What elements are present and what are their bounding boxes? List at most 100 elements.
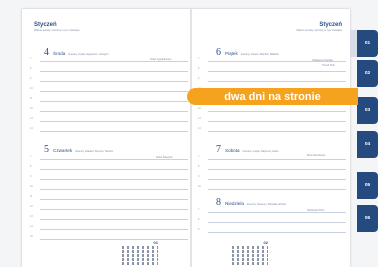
ruled-line <box>208 179 346 180</box>
hour-label: 7 <box>198 155 200 158</box>
hour-label: 10 <box>30 87 33 90</box>
day-header-7: 7 Sobota Imieniny: Lucjan, Rajmund, Juli… <box>216 144 278 155</box>
ruled-line <box>40 169 188 170</box>
name-days: Imieniny: Lucjan, Rajmund, Julian <box>242 150 279 153</box>
left-month-title: Styczeń <box>34 22 57 28</box>
ruled-line <box>208 81 346 82</box>
month-tab-03[interactable]: 03 <box>357 97 378 124</box>
ruled-line <box>40 179 188 180</box>
hour-label: 9 <box>198 175 200 178</box>
hour-label: 15 <box>30 235 33 238</box>
hour-label: 7 <box>30 57 32 60</box>
hour-label: 9 <box>198 77 200 80</box>
ruled-line <box>208 169 346 170</box>
hour-label: 7 <box>198 208 200 211</box>
ruled-line <box>40 189 188 190</box>
day-header-5: 5 Czwartek Imieniny: Edward, Szymon, Tel… <box>44 144 113 155</box>
right-month-title: Styczeń <box>319 22 342 28</box>
ruled-line <box>208 121 346 122</box>
mini-calendar-label: 01 <box>153 240 158 245</box>
day-name: Piątek <box>225 51 238 56</box>
day-number: 5 <box>44 144 49 155</box>
hour-label: 12 <box>30 205 33 208</box>
left-subhead: Ważne tematy i terminy w tym miesiącu <box>34 29 80 32</box>
hour-label: 9 <box>198 228 200 231</box>
ruled-line <box>40 219 188 220</box>
name-days: Imieniny: Seweryn, Mścisław, Erhard <box>246 203 286 206</box>
hour-label: 9 <box>30 175 32 178</box>
hour-label: 13 <box>198 117 201 120</box>
hour-label: 8 <box>30 165 32 168</box>
ruled-line <box>208 71 346 72</box>
planner-photo: Styczeń Ważne tematy i terminy w tym mie… <box>0 0 378 267</box>
day-number: 4 <box>44 47 49 58</box>
day-note-secondary: Trzech Króli <box>322 64 335 67</box>
hour-label: 8 <box>198 218 200 221</box>
month-tab-04[interactable]: 04 <box>357 131 378 158</box>
ruled-line <box>40 71 188 72</box>
day-number: 8 <box>216 197 221 208</box>
hour-label: 8 <box>198 165 200 168</box>
ruled-line <box>40 111 188 112</box>
ruled-line <box>40 101 188 102</box>
month-tab-02[interactable]: 02 <box>357 60 378 87</box>
day-header-6: 6 Piątek Imieniny: Kacper, Melchior, Bal… <box>216 47 279 58</box>
day-header-4: 4 Środa Imieniny: Aniela, Eugeniusz, Grz… <box>44 47 109 58</box>
hour-label: 10 <box>198 185 201 188</box>
mini-calendar-right: 02 <box>232 240 268 267</box>
day-number: 6 <box>216 47 221 58</box>
hour-label: 12 <box>198 107 201 110</box>
day-name: Niedziela <box>225 201 244 206</box>
hour-label: 14 <box>198 127 201 130</box>
feature-banner: dwa dni na stronie <box>187 88 358 105</box>
hour-label: 11 <box>30 195 33 198</box>
hour-label: 9 <box>30 77 32 80</box>
mini-calendar-label: 02 <box>263 240 268 245</box>
hour-label: 11 <box>30 97 33 100</box>
hour-label: 14 <box>30 127 33 130</box>
hour-label: 8 <box>198 67 200 70</box>
tab-edge <box>350 30 357 57</box>
mini-calendar-left: 01 <box>122 240 158 267</box>
hour-label: 10 <box>30 185 33 188</box>
ruled-line <box>208 189 346 190</box>
day-name: Środa <box>53 51 66 56</box>
right-subhead: Ważne tematy i terminy w tym miesiącu <box>296 29 342 32</box>
month-tab-05[interactable]: 05 <box>357 172 378 199</box>
ruled-line <box>40 131 188 132</box>
hour-label: 13 <box>30 215 33 218</box>
ruled-line <box>208 232 346 233</box>
ruled-line <box>40 91 188 92</box>
day-name: Czwartek <box>53 148 73 153</box>
name-days: Imieniny: Edward, Szymon, Telesfor <box>75 150 114 153</box>
hour-label: 7 <box>30 155 32 158</box>
ruled-line <box>208 159 346 160</box>
name-days: Imieniny: Kacper, Melchior, Baltazar <box>240 53 279 56</box>
day-note: Boże Narodzenie <box>307 154 326 157</box>
hour-label: 8 <box>30 67 32 70</box>
ruled-line <box>208 222 346 223</box>
day-name: Sobota <box>225 148 240 153</box>
ruled-line <box>208 212 346 213</box>
ruled-line <box>40 61 188 62</box>
ruled-line <box>208 131 346 132</box>
day-header-8: 8 Niedziela Imieniny: Seweryn, Mścisław,… <box>216 197 286 208</box>
month-tab-06[interactable]: 06 <box>357 205 378 232</box>
ruled-line <box>40 199 188 200</box>
month-tab-01[interactable]: 01 <box>357 30 378 57</box>
left-page: Styczeń Ważne tematy i terminy w tym mie… <box>22 9 192 267</box>
name-days: Imieniny: Aniela, Eugeniusz, Grzegorz <box>68 53 109 56</box>
hour-label: 13 <box>30 117 33 120</box>
hour-label: 7 <box>198 57 200 60</box>
ruled-line <box>40 159 188 160</box>
ruled-line <box>40 229 188 230</box>
ruled-line <box>40 121 188 122</box>
ruled-line <box>40 239 188 240</box>
ruled-line <box>40 81 188 82</box>
ruled-line <box>208 111 346 112</box>
ruled-line <box>40 209 188 210</box>
right-page: Styczeń Ważne tematy i terminy w tym mie… <box>192 9 350 267</box>
hour-label: 14 <box>30 225 33 228</box>
ruled-line <box>208 61 346 62</box>
day-number: 7 <box>216 144 221 155</box>
